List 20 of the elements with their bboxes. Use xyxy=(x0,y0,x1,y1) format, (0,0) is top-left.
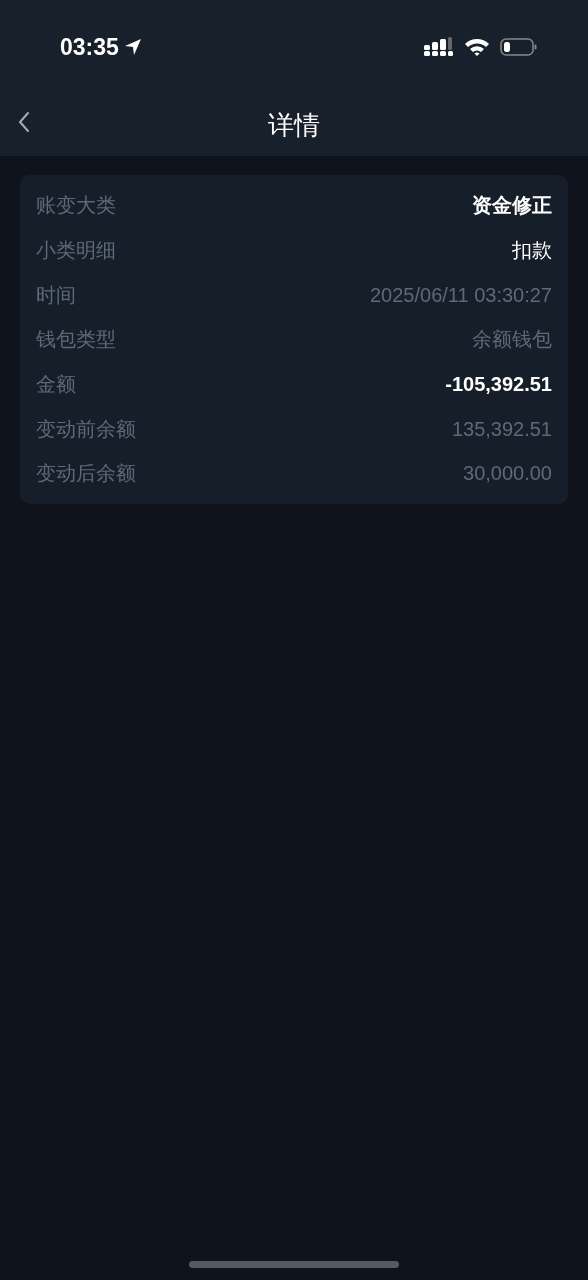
battery-icon xyxy=(500,37,538,57)
detail-label: 账变大类 xyxy=(36,193,116,219)
detail-label: 变动后余额 xyxy=(36,461,136,487)
detail-label: 时间 xyxy=(36,282,76,308)
detail-label: 变动前余额 xyxy=(36,416,136,442)
detail-label: 金额 xyxy=(36,372,76,398)
detail-value: 30,000.00 xyxy=(463,461,552,487)
status-time: 03:35 xyxy=(60,32,119,62)
chevron-left-icon xyxy=(17,110,31,134)
detail-value: 扣款 xyxy=(512,238,552,264)
detail-value: 资金修正 xyxy=(472,193,552,219)
detail-value: 余额钱包 xyxy=(472,327,552,353)
signal-icon xyxy=(424,37,454,57)
detail-value: -105,392.51 xyxy=(445,372,552,398)
wifi-icon xyxy=(464,37,490,57)
detail-label: 钱包类型 xyxy=(36,327,116,353)
detail-value: 135,392.51 xyxy=(451,416,552,442)
detail-value: 2025/06/11 03:30:27 xyxy=(369,282,552,308)
detail-label: 小类明细 xyxy=(36,238,116,264)
page-title: 详情 xyxy=(268,108,320,142)
